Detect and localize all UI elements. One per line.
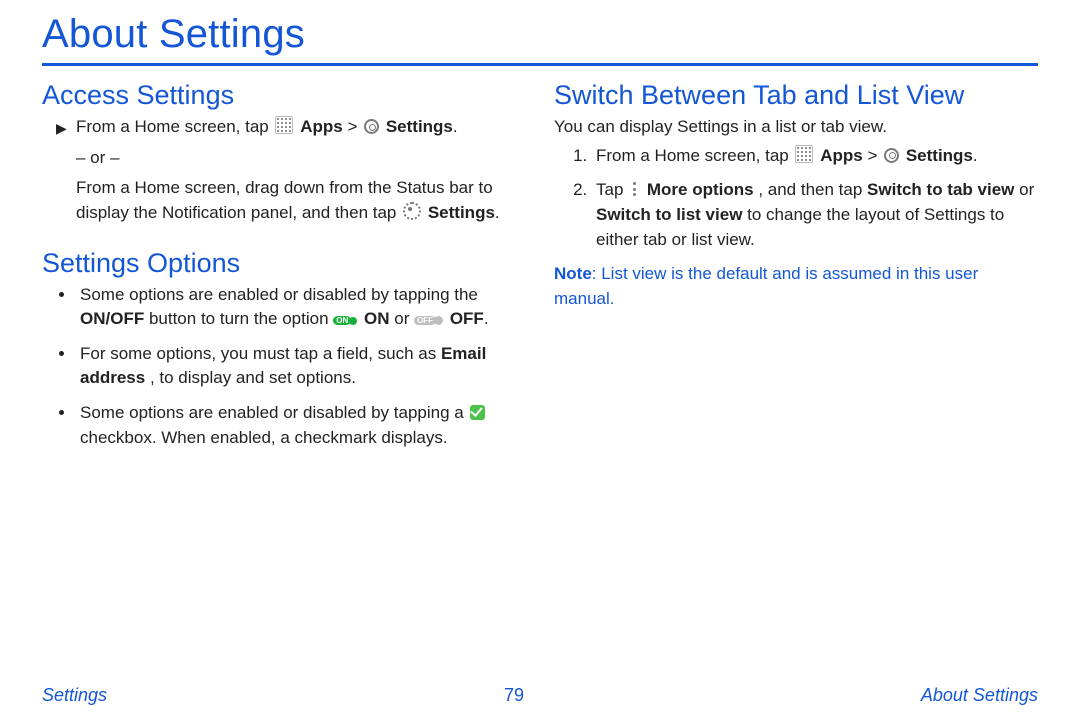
note-label: Note — [554, 264, 592, 283]
on-label: ON — [364, 309, 390, 328]
access-settings-heading: Access Settings — [42, 80, 526, 111]
b2-text-a: For some options, you must tap a field, … — [80, 344, 441, 363]
switch-view-intro: You can display Settings in a list or ta… — [554, 115, 1038, 140]
b3-text-b: checkbox. When enabled, a checkmark disp… — [80, 428, 448, 447]
s1-text-a: From a Home screen, tap — [596, 146, 793, 165]
apps-label: Apps — [300, 117, 343, 136]
or-separator: – or – — [42, 146, 526, 171]
right-column: Switch Between Tab and List View You can… — [554, 80, 1038, 472]
switch-to-list-label: Switch to list view — [596, 205, 742, 224]
checkbox-checked-icon — [470, 405, 485, 420]
option-bullet-2: For some options, you must tap a field, … — [76, 342, 526, 391]
document-page: About Settings Access Settings ▶ From a … — [0, 0, 1080, 720]
footer-right: About Settings — [921, 685, 1038, 706]
access-settings-section: Access Settings ▶ From a Home screen, ta… — [42, 80, 526, 226]
b2-text-b: , to display and set options. — [150, 368, 356, 387]
settings-target-icon — [364, 119, 379, 134]
gt-separator-1: > — [347, 117, 362, 136]
apps-grid-icon — [275, 116, 293, 134]
settings-target-icon-2 — [884, 148, 899, 163]
more-options-icon — [630, 181, 640, 197]
s2-text-c: or — [1019, 180, 1034, 199]
period-2: . — [495, 203, 500, 222]
more-options-label: More options — [647, 180, 754, 199]
footer-left: Settings — [42, 685, 107, 706]
play-arrow-icon: ▶ — [56, 118, 67, 138]
note-paragraph: Note: List view is the default and is as… — [554, 262, 1038, 311]
settings-label-2: Settings — [428, 203, 495, 222]
gt-separator-2: > — [867, 146, 882, 165]
switch-step-2: Tap More options , and then tap Switch t… — [592, 178, 1038, 252]
b1-text-a: Some options are enabled or disabled by … — [80, 285, 478, 304]
b1-text-b: button to turn the option — [149, 309, 333, 328]
settings-options-list: Some options are enabled or disabled by … — [42, 283, 526, 451]
off-label: OFF — [450, 309, 484, 328]
settings-options-section: Settings Options Some options are enable… — [42, 248, 526, 451]
b3-text-a: Some options are enabled or disabled by … — [80, 403, 468, 422]
switch-view-section: Switch Between Tab and List View You can… — [554, 80, 1038, 311]
settings-gear-icon — [403, 202, 421, 220]
title-rule — [42, 63, 1038, 66]
page-title: About Settings — [42, 12, 1038, 57]
access-text-1: From a Home screen, tap — [76, 117, 273, 136]
settings-label-3: Settings — [906, 146, 973, 165]
s2-text-b: , and then tap — [758, 180, 867, 199]
access-step: ▶ From a Home screen, tap Apps > Setting… — [42, 115, 526, 140]
period-4: . — [973, 146, 978, 165]
on-switch-icon: ON — [333, 316, 351, 325]
option-bullet-1: Some options are enabled or disabled by … — [76, 283, 526, 332]
left-column: Access Settings ▶ From a Home screen, ta… — [42, 80, 526, 472]
b1-text-c: or — [394, 309, 414, 328]
off-switch-icon: OFF — [414, 316, 436, 325]
settings-label-1: Settings — [386, 117, 453, 136]
s2-text-a: Tap — [596, 180, 628, 199]
access-alt-text: From a Home screen, drag down from the S… — [42, 176, 526, 225]
option-bullet-3: Some options are enabled or disabled by … — [76, 401, 526, 450]
period-1: . — [453, 117, 458, 136]
settings-options-heading: Settings Options — [42, 248, 526, 279]
two-column-layout: Access Settings ▶ From a Home screen, ta… — [42, 80, 1038, 472]
note-text: : List view is the default and is assume… — [554, 264, 978, 308]
switch-step-1: From a Home screen, tap Apps > Settings. — [592, 144, 1038, 169]
footer-page-number: 79 — [504, 685, 524, 706]
apps-grid-icon-2 — [795, 145, 813, 163]
onoff-label: ON/OFF — [80, 309, 144, 328]
period-3: . — [484, 309, 489, 328]
switch-view-heading: Switch Between Tab and List View — [554, 80, 1038, 111]
switch-view-steps: From a Home screen, tap Apps > Settings.… — [554, 144, 1038, 253]
switch-to-tab-label: Switch to tab view — [867, 180, 1014, 199]
page-footer: Settings 79 About Settings — [0, 685, 1080, 706]
apps-label-2: Apps — [820, 146, 863, 165]
